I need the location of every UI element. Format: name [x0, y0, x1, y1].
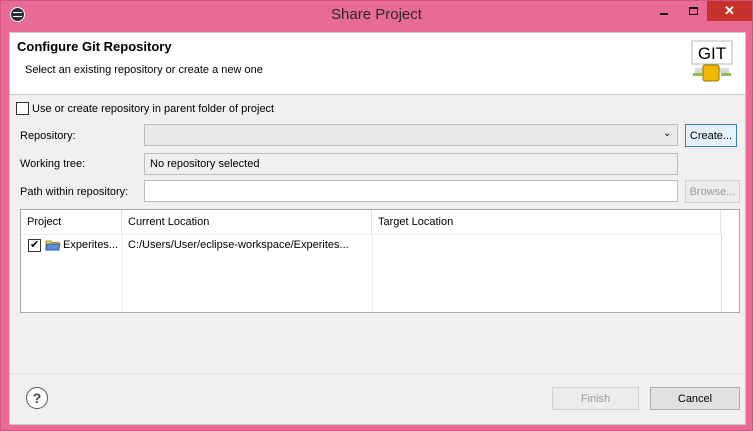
folder-icon	[45, 240, 61, 251]
help-icon[interactable]: ?	[26, 387, 48, 409]
cancel-button[interactable]: Cancel	[650, 387, 740, 410]
create-repository-button[interactable]: Create...	[685, 124, 737, 147]
minimize-icon	[660, 13, 668, 15]
working-tree-label: Working tree:	[20, 158, 86, 170]
parent-folder-checkbox-label: Use or create repository in parent folde…	[32, 103, 275, 115]
maximize-button[interactable]	[679, 1, 707, 21]
projects-table: Project Current Location Target Location…	[20, 209, 740, 313]
wizard-header: Configure Git Repository Select an exist…	[10, 33, 745, 95]
table-cell-current-location[interactable]: C:/Users/User/eclipse-workspace/Experite…	[128, 239, 349, 251]
row-checkbox[interactable]	[28, 238, 41, 252]
column-header-target-location[interactable]: Target Location	[372, 210, 721, 234]
browse-button: Browse...	[685, 180, 740, 203]
parent-folder-checkbox[interactable]	[16, 102, 29, 115]
share-project-window: Share Project ✕ Configure Git Repository…	[0, 0, 753, 431]
dialog-content: Configure Git Repository Select an exist…	[9, 32, 746, 425]
repository-combo[interactable]: ⌄	[144, 124, 678, 146]
finish-button: Finish	[552, 387, 639, 410]
path-within-repository-label: Path within repository:	[20, 186, 129, 198]
working-tree-field: No repository selected	[144, 153, 678, 175]
page-subtitle: Select an existing repository or create …	[25, 64, 263, 76]
git-logo-icon: GIT	[691, 40, 733, 82]
chevron-down-icon: ⌄	[663, 128, 672, 139]
window-title: Share Project	[331, 6, 422, 23]
close-button[interactable]: ✕	[707, 1, 752, 21]
table-cell-project[interactable]: Experites...	[63, 239, 118, 251]
close-icon: ✕	[724, 3, 735, 18]
title-bar[interactable]: Share Project ✕	[1, 1, 752, 29]
git-logo-text: GIT	[698, 44, 726, 63]
maximize-icon	[688, 7, 698, 15]
minimize-button[interactable]	[649, 1, 679, 21]
path-within-repository-input[interactable]	[144, 180, 678, 202]
repository-label: Repository:	[20, 130, 76, 142]
column-header-current-location[interactable]: Current Location	[122, 210, 372, 234]
column-header-project[interactable]: Project	[21, 210, 122, 234]
page-title: Configure Git Repository	[17, 39, 172, 54]
